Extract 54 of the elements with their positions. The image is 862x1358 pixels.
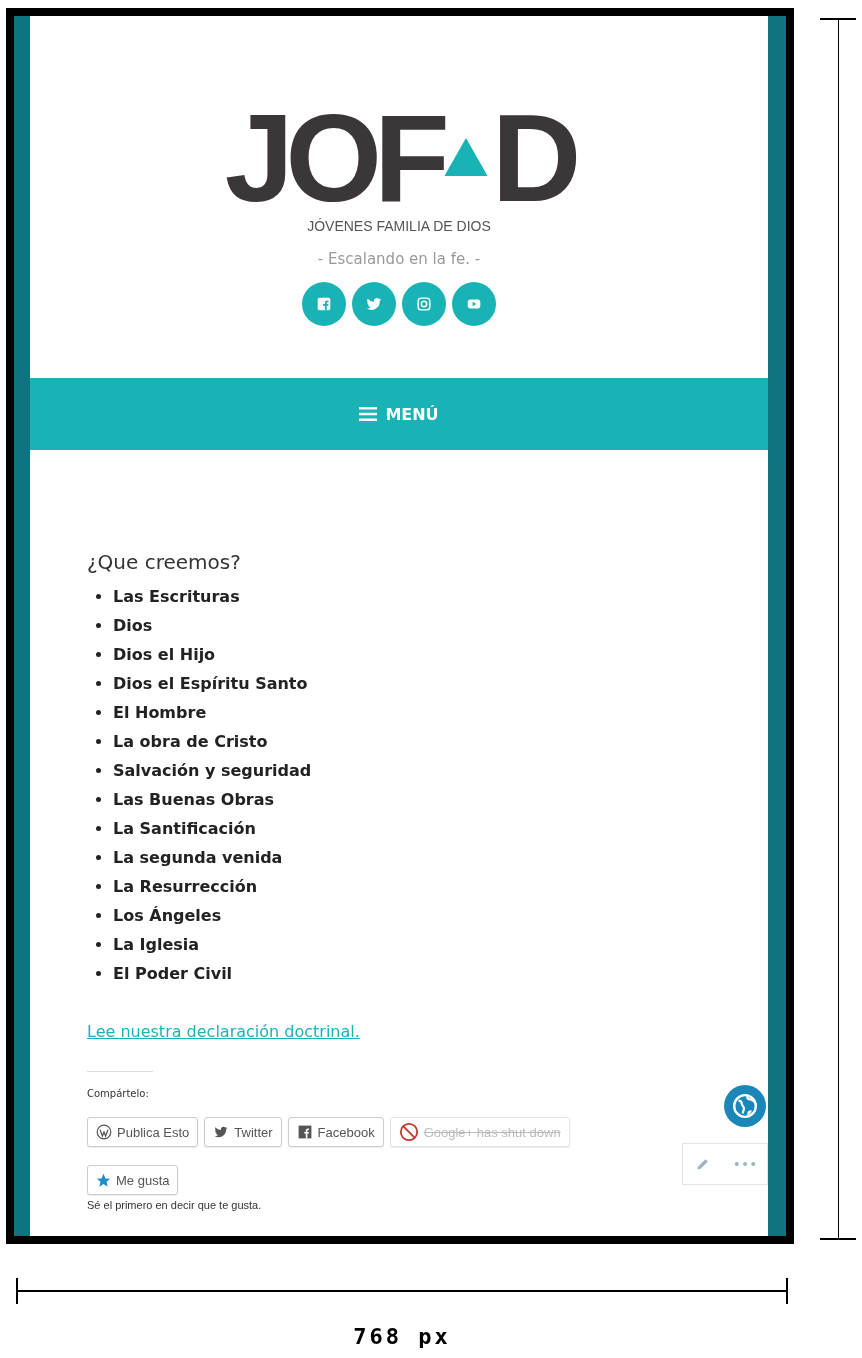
bird-icon bbox=[213, 1124, 230, 1140]
prohibited-icon bbox=[398, 1122, 419, 1142]
width-label: 768 px bbox=[352, 1324, 452, 1349]
bullet-icon bbox=[96, 971, 101, 976]
bullet-icon bbox=[96, 855, 101, 860]
list-item: Salvación y seguridad bbox=[113, 761, 312, 780]
bullet-icon bbox=[96, 594, 101, 599]
list-item: El Hombre bbox=[113, 703, 207, 722]
like-button[interactable]: Me gusta bbox=[87, 1165, 179, 1195]
share-label: Compártelo: bbox=[87, 1088, 150, 1099]
bullet-icon bbox=[96, 739, 101, 744]
play-icon[interactable] bbox=[452, 282, 496, 326]
list-item: La obra de Cristo bbox=[113, 732, 268, 751]
bullet-icon bbox=[96, 797, 101, 802]
tagline: - Escalando en la fe. - bbox=[317, 250, 481, 268]
logo-text: D bbox=[491, 110, 574, 206]
share-button[interactable]: Facebook bbox=[287, 1117, 384, 1147]
bullet-icon bbox=[96, 826, 101, 831]
list-item: La Iglesia bbox=[113, 935, 200, 954]
bullet-icon bbox=[96, 623, 101, 628]
list-item: El Poder Civil bbox=[113, 964, 233, 983]
logo-text: JOF bbox=[224, 110, 442, 206]
share-button[interactable]: Publica Esto bbox=[87, 1117, 199, 1147]
section-heading: ¿Que creemos? bbox=[87, 550, 242, 574]
camera-icon[interactable] bbox=[402, 282, 446, 326]
bullet-icon bbox=[96, 884, 101, 889]
list-item: Las Buenas Obras bbox=[113, 790, 275, 809]
bullet-icon bbox=[96, 681, 101, 686]
list-item: Los Ángeles bbox=[113, 906, 222, 925]
triangle-icon bbox=[443, 138, 488, 176]
list-item: Las Escrituras bbox=[113, 587, 240, 606]
more-icon[interactable] bbox=[733, 1161, 756, 1167]
pencil-icon[interactable] bbox=[694, 1156, 711, 1172]
like-note: Sé el primero en decir que te gusta. bbox=[87, 1199, 263, 1211]
list-item: La Resurrección bbox=[113, 877, 258, 896]
share-button[interactable]: Twitter bbox=[204, 1117, 282, 1147]
facebook-icon[interactable] bbox=[302, 282, 346, 326]
list-item: Dios el Hijo bbox=[113, 645, 216, 664]
bullet-icon bbox=[96, 768, 101, 773]
list-item: La segunda venida bbox=[113, 848, 283, 867]
facebook-icon bbox=[296, 1124, 313, 1140]
wordpress-icon bbox=[96, 1124, 112, 1140]
logo-subtitle: JÓVENES FAMILIA DE DIOS bbox=[307, 218, 491, 234]
star-icon bbox=[96, 1172, 111, 1188]
bullet-icon bbox=[96, 710, 101, 715]
menu-icon bbox=[359, 407, 378, 421]
globe-icon[interactable] bbox=[724, 1085, 766, 1127]
bullet-icon bbox=[96, 913, 101, 918]
list-item: Dios el Espíritu Santo bbox=[113, 674, 308, 693]
list-item: Dios bbox=[113, 616, 153, 635]
bullet-icon bbox=[96, 942, 101, 947]
bird-icon[interactable] bbox=[352, 282, 396, 326]
bullet-icon bbox=[96, 652, 101, 657]
list-item: La Santificación bbox=[113, 819, 256, 838]
